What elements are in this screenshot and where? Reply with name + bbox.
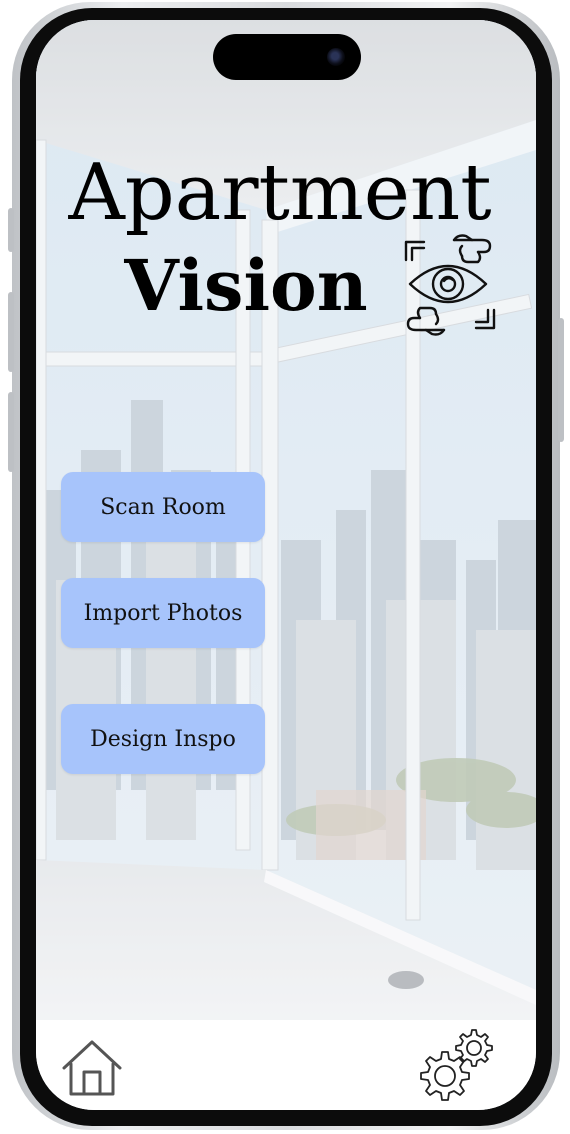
settings-gears-icon[interactable] [416,1026,498,1106]
import-photos-button[interactable]: Import Photos [61,578,265,648]
scan-room-button[interactable]: Scan Room [61,472,265,542]
dynamic-island [213,34,361,80]
volume-down-button [8,392,14,472]
design-inspo-button[interactable]: Design Inspo [61,704,265,774]
bottom-nav-bar [36,1020,536,1110]
eye-scan-icon [404,234,496,336]
front-camera-icon [327,48,345,66]
app-title-line-1: Apartment [68,148,492,238]
power-button [558,318,564,442]
home-icon[interactable] [60,1038,124,1098]
volume-up-button [8,292,14,372]
app-screen: Apartment Vision Scan Room Import Photos… [36,20,536,1110]
action-button [8,208,14,252]
